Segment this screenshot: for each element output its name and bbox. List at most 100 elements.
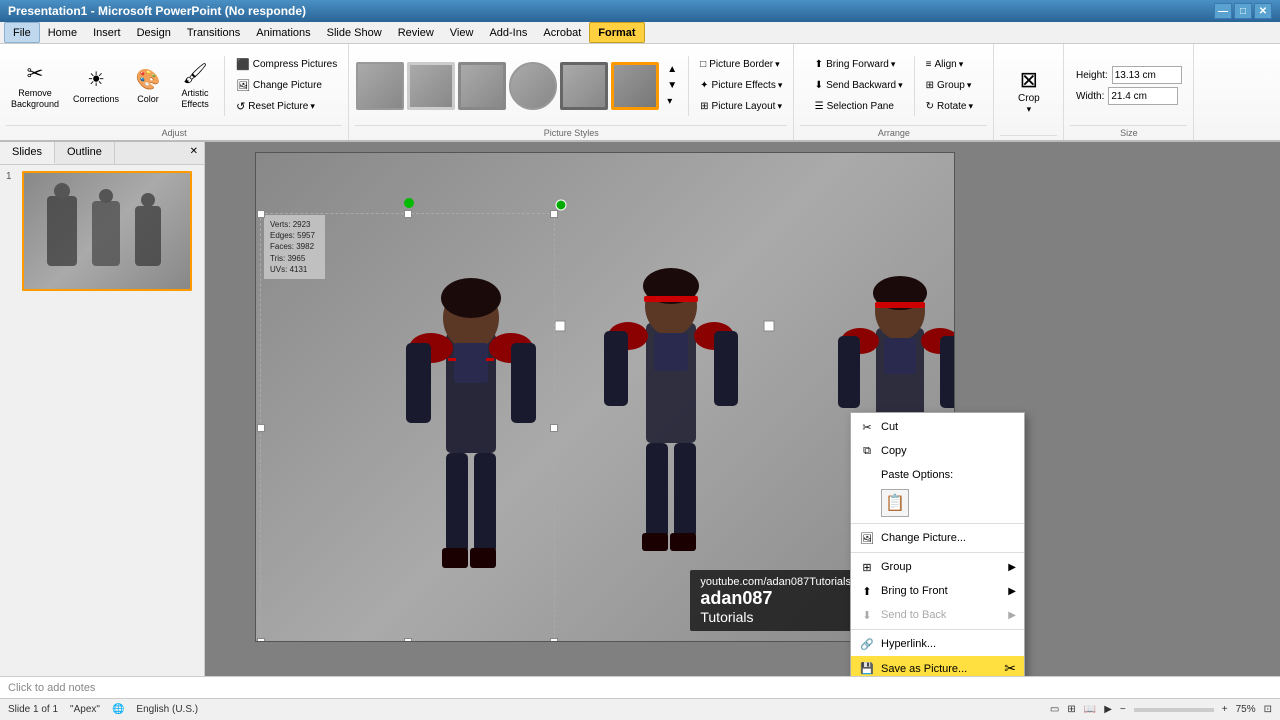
ctx-hyperlink[interactable]: 🔗 Hyperlink... [851,632,1024,656]
height-input[interactable] [1112,66,1182,84]
send-back-icon: ⬇ [859,607,875,623]
maximize-button[interactable]: □ [1234,3,1252,19]
menu-animations[interactable]: Animations [248,22,318,43]
picture-effects-button[interactable]: ✦ Picture Effects ▾ [695,76,787,96]
zoom-out-icon[interactable]: − [1120,704,1126,715]
menu-design[interactable]: Design [129,22,179,43]
menu-home[interactable]: Home [40,22,85,43]
color-button[interactable]: 🎨 Color [128,51,168,121]
status-bar: Slide 1 of 1 "Apex" 🌐 English (U.S.) ▭ ⊞… [0,698,1280,720]
notes-bar[interactable]: Click to add notes [0,676,1280,698]
remove-background-button[interactable]: ✂ RemoveBackground [6,51,64,121]
rotate-icon: ↻ [926,101,934,112]
ctx-group[interactable]: ⊞ Group ▶ [851,555,1024,579]
close-button[interactable]: ✕ [1254,3,1272,19]
sb-dropdown[interactable]: ▾ [898,80,903,91]
ctx-cut[interactable]: ✂ Cut [851,415,1024,439]
picture-border-button[interactable]: □ Picture Border ▾ [695,55,787,75]
selection-border [260,213,555,641]
view-normal-icon[interactable]: ▭ [1050,704,1059,715]
menu-view[interactable]: View [442,22,482,43]
align-dropdown[interactable]: ▾ [959,59,964,70]
view-slideshow-icon[interactable]: ▶ [1104,704,1112,715]
group-button[interactable]: ⊞ Group ▾ [921,76,978,96]
minimize-button[interactable]: — [1214,3,1232,19]
selection-pane-button[interactable]: ☰ Selection Pane [810,97,908,117]
canvas-area[interactable]: Verts: 2923 Edges: 5957 Faces: 3982 Tris… [205,142,1280,676]
bf-dropdown[interactable]: ▾ [891,59,896,70]
handle-right [550,424,558,432]
layout-dropdown[interactable]: ▾ [777,101,782,112]
artistic-effects-button[interactable]: 🖌 ArtisticEffects [172,51,218,121]
send-backward-button[interactable]: ⬇ Send Backward ▾ [810,76,908,96]
menu-transitions[interactable]: Transitions [179,22,248,43]
style-thumb-4[interactable] [509,62,557,110]
ctx-sep-2 [851,552,1024,553]
menu-addins[interactable]: Add-Ins [481,22,535,43]
corrections-button[interactable]: ☀ Corrections [68,51,124,121]
ctx-group-label: Group [881,561,912,573]
border-dropdown[interactable]: ▾ [775,59,780,70]
list-item[interactable]: 1 [6,171,198,291]
menu-file[interactable]: File [4,22,40,43]
reset-picture-button[interactable]: ↺ Reset Picture ▾ [231,97,342,117]
rotate-button[interactable]: ↻ Rotate ▾ [921,97,978,117]
ctx-bring-to-front[interactable]: ⬆ Bring to Front ▶ [851,579,1024,603]
crop-dropdown[interactable]: ▾ [1027,104,1032,115]
slide-panel-close[interactable]: ✕ [184,142,204,164]
paste-btn-1[interactable]: 📋 [881,489,909,517]
style-thumb-3[interactable] [458,62,506,110]
tab-outline[interactable]: Outline [55,142,115,164]
ribbon: ✂ RemoveBackground ☀ Corrections 🎨 Color… [0,44,1280,142]
menu-insert[interactable]: Insert [85,22,129,43]
rotation-handle[interactable] [404,198,414,208]
hyperlink-icon: 🔗 [859,636,875,652]
view-reading-icon[interactable]: 📖 [1084,704,1096,715]
fit-window-icon[interactable]: ⊡ [1264,704,1272,715]
slide-list: 1 [0,165,204,301]
view-slide-sorter-icon[interactable]: ⊞ [1067,704,1075,715]
style-thumb-6[interactable] [611,62,659,110]
app-title: Presentation1 - Microsoft PowerPoint (No… [8,4,306,18]
style-thumb-5[interactable] [560,62,608,110]
crop-button[interactable]: ⊠ Crop ▾ [1004,56,1054,126]
styles-up[interactable]: ▲ [662,62,682,77]
ctx-save-pic-label: Save as Picture... [881,663,967,675]
picture-styles-content: ▲ ▼ ▾ □ Picture Border ▾ ✦ Picture Effec… [355,48,787,123]
styles-more[interactable]: ▾ [662,94,682,109]
handle-tr [550,210,558,218]
context-menu: ✂ Cut ⧉ Copy Paste Options: 📋 🖼 Change P… [850,412,1025,676]
slide-thumbnail[interactable] [22,171,192,291]
adjust-small-buttons: ⬛ Compress Pictures 🖼 Change Picture ↺ R… [231,51,342,121]
ctx-copy[interactable]: ⧉ Copy [851,439,1024,463]
zoom-in-icon[interactable]: + [1222,704,1228,715]
ribbon-group-crop: ⊠ Crop ▾ [994,44,1064,140]
zoom-slider[interactable] [1134,708,1214,712]
change-picture-button[interactable]: 🖼 Change Picture [231,76,342,96]
arrange-content: ⬆ Bring Forward ▾ ⬇ Send Backward ▾ ☰ Se… [810,48,978,123]
ctx-change-picture[interactable]: 🖼 Change Picture... [851,526,1024,550]
handle-left [257,424,265,432]
width-input[interactable] [1108,87,1178,105]
style-thumb-2[interactable] [407,62,455,110]
reset-dropdown-icon[interactable]: ▾ [310,101,315,112]
ctx-send-back-label: Send to Back [881,609,946,621]
menu-acrobat[interactable]: Acrobat [535,22,589,43]
align-button[interactable]: ≡ Align ▾ [921,55,978,75]
picture-layout-button[interactable]: ⊞ Picture Layout ▾ [695,97,787,117]
menu-format[interactable]: Format [589,22,644,43]
styles-down[interactable]: ▼ [662,78,682,93]
compress-pictures-button[interactable]: ⬛ Compress Pictures [231,55,342,75]
handle-bottom [404,638,412,641]
menu-slideshow[interactable]: Slide Show [319,22,390,43]
rotate-dropdown[interactable]: ▾ [969,101,974,112]
group-dropdown[interactable]: ▾ [967,80,972,91]
ctx-save-as-picture[interactable]: 💾 Save as Picture... ✂ [851,656,1024,676]
effects-dropdown[interactable]: ▾ [778,80,783,91]
theme-name: "Apex" [70,704,100,715]
tab-slides[interactable]: Slides [0,142,55,164]
bring-forward-button[interactable]: ⬆ Bring Forward ▾ [810,55,908,75]
style-thumb-1[interactable] [356,62,404,110]
ctx-send-to-back[interactable]: ⬇ Send to Back ▶ [851,603,1024,627]
menu-review[interactable]: Review [390,22,442,43]
